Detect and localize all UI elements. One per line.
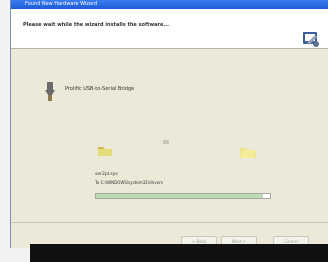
copying-file-name: ser2pl.sys [95,172,118,177]
flying-file-icon [163,140,169,144]
taskbar-strip [30,244,328,262]
install-progress-bar [95,193,271,199]
destination-folder-icon [240,148,256,158]
wizard-header: Please wait while the wizard installs th… [11,9,328,49]
progress-fill [96,194,264,198]
device-name: Prolific USB-to-Serial Bridge [65,86,135,92]
device-icon [45,82,55,101]
copying-file-path: To C:\WINDOWS\system32\drivers [95,180,163,185]
footer-divider [11,222,328,223]
header-instruction: Please wait while the wizard installs th… [23,22,170,28]
wizard-window: Found New Hardware Wizard Please wait wh… [10,0,328,248]
window-title: Found New Hardware Wizard [25,1,98,7]
hardware-wizard-icon [303,32,319,47]
title-bar[interactable]: Found New Hardware Wizard [11,0,328,9]
source-folder-icon [98,147,112,156]
